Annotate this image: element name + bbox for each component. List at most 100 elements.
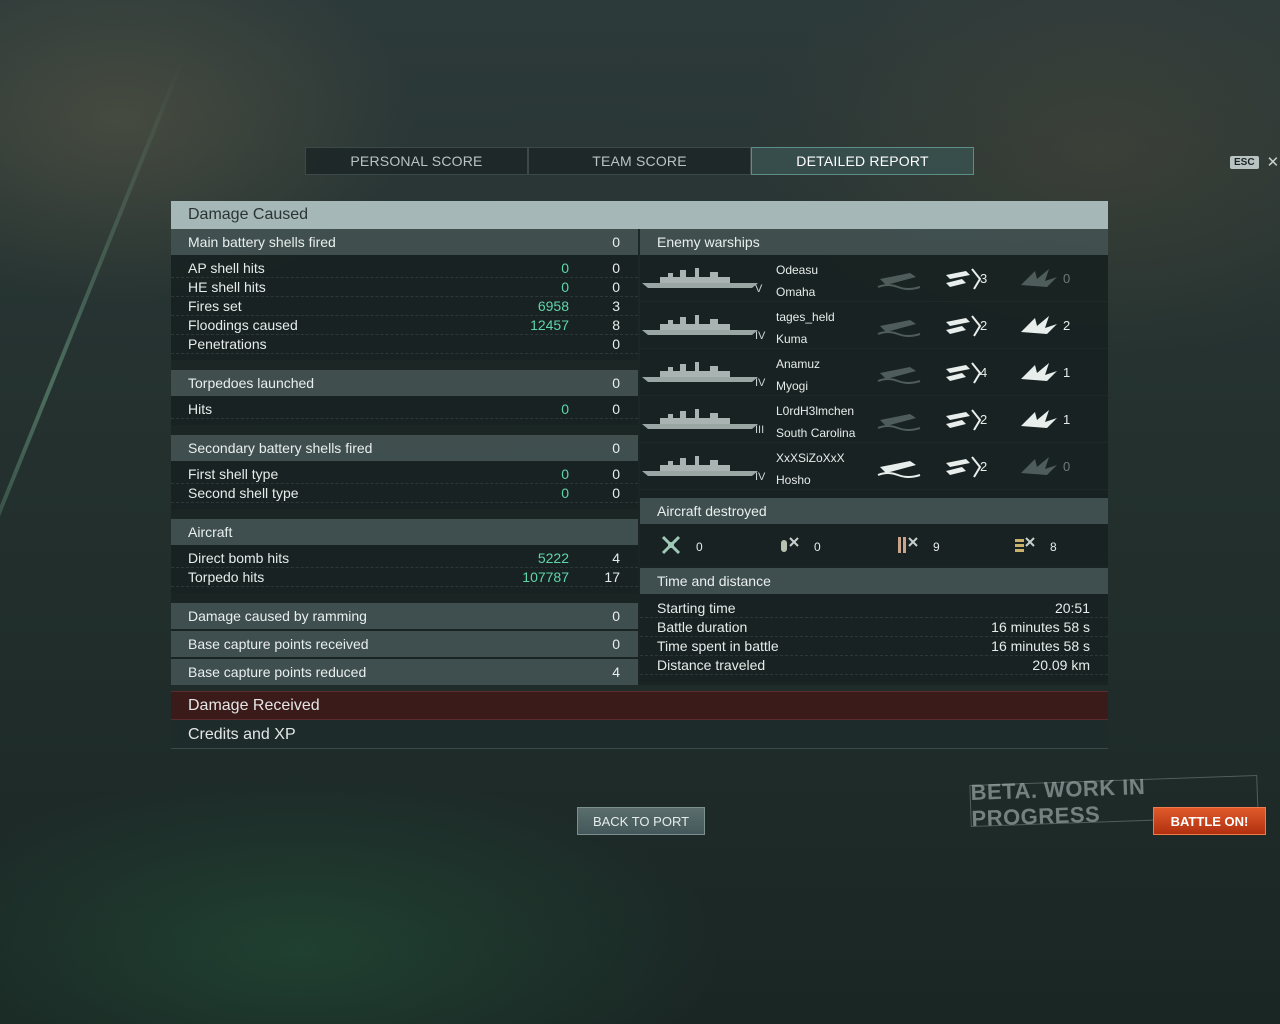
ship-name: South Carolina [776,426,856,440]
report-tabs: PERSONAL SCORE TEAM SCORE DETAILED REPOR… [305,147,974,175]
bomber-icon [778,534,800,559]
torpedo-hit-count: 3 [980,271,988,286]
ship-tier: IV [755,330,766,342]
stat-count: 0 [612,279,620,295]
ship-name: Omaha [776,285,816,299]
main-battery-rows: AP shell hits 0 0 HE shell hits 0 0 Fires se… [171,255,638,360]
aircraft-destroyed-label: Aircraft destroyed [657,503,767,519]
close-icon[interactable]: ✕ [1267,153,1280,171]
stat-label: Torpedo hits [188,569,265,585]
ship-silhouette-icon [640,265,764,291]
torpedo-hit-count: 4 [980,365,988,380]
stat-label: HE shell hits [188,279,266,295]
enemy-ship-row[interactable]: IV XxXSiZoXxX Hosho 2 0 [640,443,1108,490]
time-distance-rows: Starting time 20:51 Battle duration 16 min… [640,594,1108,682]
enemy-warships-list[interactable]: V Odeasu Omaha 3 0 IV tages_held Kuma 2 2 IV Anamuz… [640,255,1108,498]
ramming-value: 0 [612,608,620,624]
ship-names: XxXSiZoXxX Hosho [776,447,845,491]
stat-label: Floodings caused [188,317,298,333]
background-light-beam [0,60,184,711]
stat-row: Penetrations 0 [171,335,638,354]
stat-count: 4 [612,550,620,566]
time-label: Battle duration [657,619,748,635]
credits-xp-section[interactable]: Credits and XP [171,721,1108,749]
aircraft-count: 0 [814,539,821,554]
fighter-icon [660,534,682,559]
stat-label: First shell type [188,466,279,482]
ship-tier: IV [755,471,766,483]
ship-silhouette-icon [640,312,764,338]
enemy-column: Enemy warships V Odeasu Omaha 3 0 IV tages_hel… [640,229,1108,685]
damage-caused-header[interactable]: Damage Caused [171,201,1108,229]
time-label: Time spent in battle [657,638,779,654]
stat-damage: 12457 [530,317,569,333]
time-value: 20:51 [1054,600,1090,616]
ship-silhouette-icon [640,406,764,432]
stat-damage: 0 [561,279,569,295]
aircraft-destroyed-row: 0 0 9 8 [640,524,1108,566]
ship-names: Fablakus [776,494,825,498]
enemy-ship-row[interactable]: Fablakus [640,490,1108,498]
stat-count: 0 [612,336,620,352]
time-value: 20.09 km [1032,657,1090,673]
stat-label: AP shell hits [188,260,265,276]
tab-detailed-report[interactable]: DETAILED REPORT [751,147,974,175]
back-to-port-button[interactable]: BACK TO PORT [577,807,705,835]
esc-key-badge: ESC [1230,155,1259,169]
aircraft-destroyed-item: 9 [895,534,940,559]
tab-team-score[interactable]: TEAM SCORE [528,147,751,175]
stat-count: 8 [612,317,620,333]
stat-damage: 0 [561,260,569,276]
stat-row: Direct bomb hits 5222 4 [171,549,638,568]
enemy-ship-row[interactable]: IV tages_held Kuma 2 2 [640,302,1108,349]
stat-damage: 0 [561,485,569,501]
aircraft-destroyed-header: Aircraft destroyed [640,498,1108,524]
time-distance-header: Time and distance [640,568,1108,594]
fire-icon [1017,265,1065,291]
fire-count: 0 [1063,459,1071,474]
secondary-rows: First shell type 0 0 Second shell type 0 0 [171,461,638,509]
torpedoes-label: Torpedoes launched [188,375,315,391]
enemy-ship-row[interactable]: IV Anamuz Myogi 4 1 [640,349,1108,396]
ship-names: tages_held Kuma [776,306,835,350]
torpedo-bomber-icon [895,534,919,559]
ship-names: Odeasu Omaha [776,259,818,303]
player-name: tages_held [776,310,835,324]
sunk-icon [876,453,924,479]
torpedo-hit-count: 2 [980,412,988,427]
sunk-icon [876,312,924,338]
player-name: L0rdH3lmchen [776,404,855,418]
aircraft-count: 8 [1050,539,1057,554]
battle-on-button[interactable]: BATTLE ON! [1153,807,1266,835]
aircraft-destroyed-item: 0 [778,534,821,559]
fire-count: 1 [1063,412,1071,427]
damage-received-section[interactable]: Damage Received [171,691,1108,720]
stat-label: Fires set [188,298,242,314]
torpedoes-rows: Hits 0 0 [171,396,638,425]
enemy-ship-row[interactable]: V Odeasu Omaha 3 0 [640,255,1108,302]
stat-count: 0 [612,260,620,276]
stat-count: 17 [604,569,620,585]
ship-name: Hosho [776,473,811,487]
ship-names: L0rdH3lmchen South Carolina [776,400,855,444]
close-control[interactable]: ESC ✕ [1230,153,1279,171]
secondary-header: Secondary battery shells fired 0 [171,435,638,461]
stat-count: 3 [612,298,620,314]
stat-label: Second shell type [188,485,299,501]
enemy-ship-row[interactable]: III L0rdH3lmchen South Carolina 2 1 [640,396,1108,443]
fire-icon [1017,312,1065,338]
stat-row: Torpedo hits 107787 17 [171,568,638,587]
stat-damage: 6958 [537,298,569,314]
tab-personal-score[interactable]: PERSONAL SCORE [305,147,528,175]
main-battery-header: Main battery shells fired 0 [171,229,638,255]
ramming-label: Damage caused by ramming [188,608,367,624]
stat-damage: 0 [561,401,569,417]
capture-received-row: Base capture points received 0 [171,631,638,657]
ship-tier: V [755,283,763,295]
ship-tier: IV [755,377,766,389]
secondary-value: 0 [612,440,620,456]
stat-row: HE shell hits 0 0 [171,278,638,297]
enemy-warships-label: Enemy warships [657,234,760,250]
stat-damage: 107787 [522,569,569,585]
ship-silhouette-icon [640,453,764,479]
